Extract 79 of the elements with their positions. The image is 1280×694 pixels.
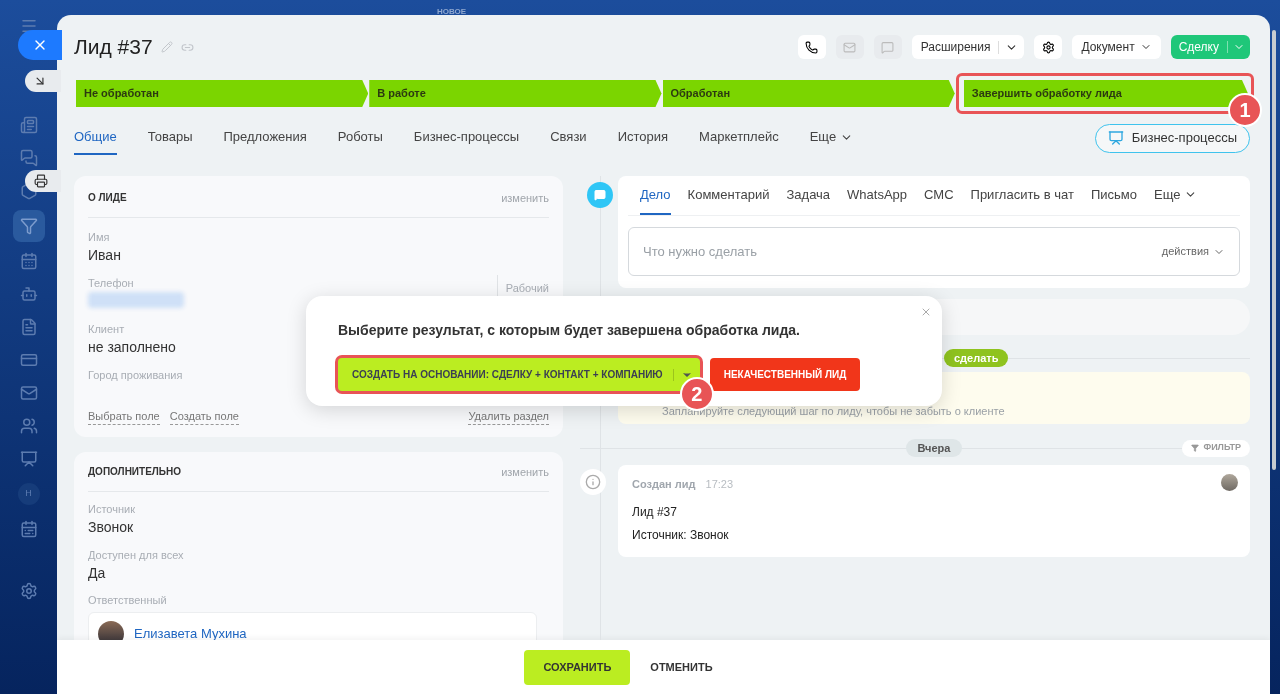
field-value: Да <box>88 563 106 583</box>
field-label: Телефон <box>88 275 134 290</box>
cancel-button[interactable]: ОТМЕНИТЬ <box>640 649 723 685</box>
field-action-link[interactable]: Выбрать поле <box>88 407 160 425</box>
phone-icon <box>805 40 819 54</box>
call-button[interactable] <box>797 35 826 59</box>
save-button[interactable]: СОХРАНИТЬ <box>524 649 631 685</box>
chat-icon <box>881 40 895 54</box>
document-button[interactable]: Документ <box>1072 35 1161 59</box>
extensions-button[interactable]: Расширения <box>911 35 1025 59</box>
section-title: О ЛИДЕ <box>88 191 127 205</box>
field-label: Клиент <box>88 321 125 336</box>
email-button[interactable] <box>835 35 864 59</box>
close-button[interactable] <box>18 30 62 60</box>
tab[interactable]: Еще <box>809 121 854 155</box>
settings-button[interactable] <box>1034 35 1063 59</box>
entry-time: 17:23 <box>705 477 734 492</box>
delete-section-link[interactable]: Удалить раздел <box>468 407 549 425</box>
field-value: не заполнено <box>88 337 176 357</box>
field-label: Доступен для всех <box>88 547 184 562</box>
field-label: Ответственный <box>88 592 167 608</box>
stage-step[interactable]: Не обработан <box>76 80 369 107</box>
print-button[interactable] <box>25 170 61 192</box>
entry-line: Источник: Звонок <box>632 526 730 544</box>
sidebar-item[interactable] <box>12 210 45 242</box>
section-title: ДОПОЛНИТЕЛЬНО <box>88 465 182 479</box>
activity-tab[interactable]: Пригласить в чат <box>970 176 1074 215</box>
activity-tab[interactable]: Дело <box>640 176 671 215</box>
tab[interactable]: Общие <box>74 121 117 155</box>
activity-tab[interactable]: WhatsApp <box>847 176 908 215</box>
menu-icon[interactable] <box>19 17 38 35</box>
tab[interactable]: Бизнес-процессы <box>413 121 520 155</box>
edit-icon[interactable] <box>160 41 173 53</box>
new-label: НОВОЕ <box>437 6 467 18</box>
process-icon <box>1107 130 1124 146</box>
actions-dropdown[interactable]: действия <box>1161 243 1225 260</box>
stage-step[interactable]: Обработан <box>662 80 955 107</box>
settings-icon[interactable] <box>19 582 38 600</box>
popup-message: Выберите результат, с которым будет завершена обработка лида. <box>338 321 801 340</box>
stage-step[interactable]: В работе <box>369 80 662 107</box>
callout-badge: 1 <box>1228 93 1262 127</box>
calendar-icon[interactable] <box>19 520 38 538</box>
info-glyph <box>585 474 601 490</box>
funnel-icon <box>19 217 38 235</box>
field-action-link[interactable]: Создать поле <box>169 407 239 425</box>
printer-icon <box>34 174 48 188</box>
settings-icon <box>1041 40 1055 54</box>
close-icon[interactable] <box>920 306 932 318</box>
chat-button[interactable] <box>873 35 902 59</box>
avatar <box>98 621 124 640</box>
activity-tab[interactable]: Комментарий <box>687 176 770 215</box>
activity-tab[interactable]: Письмо <box>1090 176 1137 215</box>
field-value: Звонок <box>88 517 134 537</box>
entry-title: Создан лид <box>632 477 696 492</box>
field-label: Город проживания <box>88 367 183 382</box>
tab[interactable]: Связи <box>550 121 587 155</box>
activity-tab[interactable]: СМС <box>924 176 954 215</box>
business-processes-button[interactable]: Бизнес-процессы <box>1094 123 1250 153</box>
field-value: Иван <box>88 245 121 265</box>
phone-type: Рабочий <box>505 281 549 294</box>
chat-glyph <box>594 189 606 201</box>
envelope-icon <box>843 40 857 54</box>
field-label: Имя <box>88 229 110 244</box>
field-label: Источник <box>88 501 135 516</box>
activity-tab[interactable]: Задача <box>786 176 831 215</box>
page-title: Лид #37 <box>74 34 153 61</box>
tab[interactable]: История <box>617 121 669 155</box>
tab[interactable]: Маркетплейс <box>699 121 779 155</box>
entry-line: Лид #37 <box>632 503 678 521</box>
filter-icon <box>1191 444 1200 452</box>
tab[interactable]: Предложения <box>223 121 307 155</box>
status-badge: сделать <box>944 349 1009 367</box>
collapse-button[interactable] <box>25 70 61 92</box>
task-input[interactable]: Что нужно сделать действия <box>628 227 1240 276</box>
activity-tab[interactable]: Еще <box>1154 176 1198 215</box>
author-avatar <box>1221 474 1238 491</box>
bad-lead-button[interactable]: НЕКАЧЕСТВЕННЫЙ ЛИД <box>709 358 861 391</box>
tab[interactable]: Товары <box>147 121 193 155</box>
tab[interactable]: Роботы <box>337 121 383 155</box>
